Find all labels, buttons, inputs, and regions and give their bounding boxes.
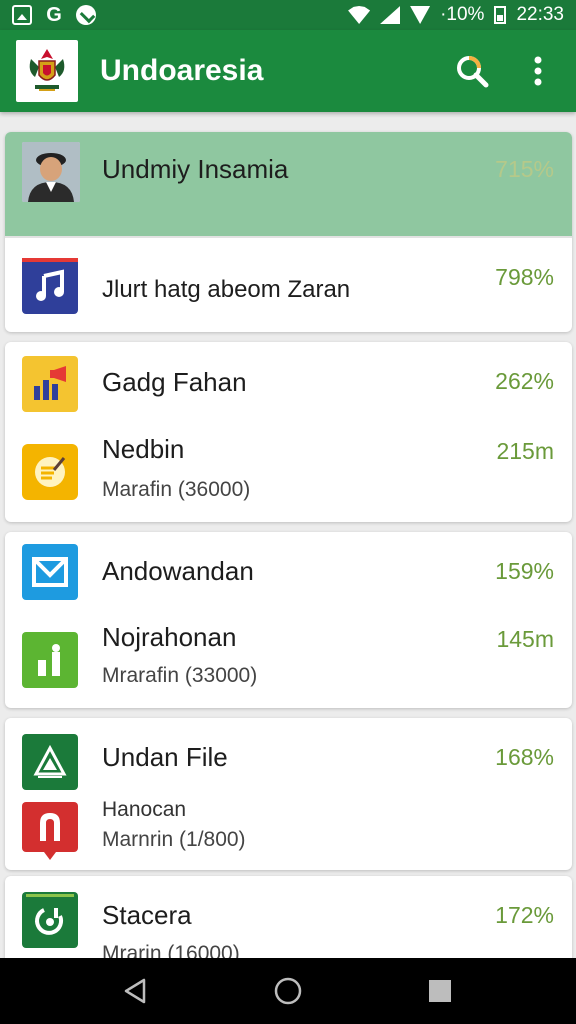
list-item-value: 262% bbox=[495, 368, 554, 394]
data-icon bbox=[410, 6, 431, 24]
more-vert-icon[interactable] bbox=[516, 49, 560, 93]
bar-chart-icon bbox=[22, 632, 78, 688]
search-icon[interactable] bbox=[450, 49, 494, 93]
list-item-subtitle: Mrarafin (33000) bbox=[102, 664, 258, 687]
nav-bar bbox=[0, 958, 576, 1024]
green-circle-app-icon bbox=[22, 892, 78, 948]
battery-icon bbox=[494, 6, 507, 24]
check-circle-icon bbox=[76, 5, 96, 25]
magnet-pin-icon bbox=[22, 802, 78, 860]
mail-icon bbox=[22, 544, 78, 600]
list-item[interactable]: Andowandan 159% bbox=[5, 532, 572, 614]
signal-icon bbox=[380, 6, 401, 24]
list-item-value: 145m bbox=[496, 626, 554, 652]
list-item[interactable]: Jlurt hatg abeom Zaran 798% bbox=[5, 238, 572, 332]
card-1: Undmiy Insamia 715% Jlurt hatg abeom Zar… bbox=[5, 132, 572, 332]
card-5: Stacera Mrarin (16000) 172% bbox=[5, 876, 572, 966]
list-item-value: 715% bbox=[495, 156, 554, 182]
list-item[interactable]: Nedbin Marafin (36000) 215m bbox=[5, 428, 572, 522]
pencil-circle-icon bbox=[22, 444, 78, 500]
image-icon bbox=[12, 5, 32, 25]
list-item-value: 798% bbox=[495, 264, 554, 290]
home-icon[interactable] bbox=[264, 967, 312, 1015]
list-item-title: Gadg Fahan bbox=[102, 367, 247, 397]
list-item-subtitle: Marafin (36000) bbox=[102, 478, 251, 501]
list-item-title: Hanocan bbox=[102, 798, 187, 821]
card-3: Andowandan 159% Nojrahonan Mrarafin (330… bbox=[5, 532, 572, 708]
g-icon: G bbox=[46, 4, 62, 26]
recents-icon[interactable] bbox=[416, 967, 464, 1015]
person-photo bbox=[22, 142, 80, 202]
list-item-title: Nojrahonan bbox=[102, 622, 237, 652]
music-note-icon bbox=[22, 258, 78, 314]
clock: 22:33 bbox=[516, 4, 564, 25]
app-bar: Undoaresia bbox=[0, 30, 576, 112]
coat-of-arms-logo[interactable] bbox=[16, 40, 78, 102]
status-bar: G ·10% 22:33 bbox=[0, 0, 576, 30]
triangle-logo-icon bbox=[22, 734, 78, 790]
list-item-title: Undan File bbox=[102, 742, 228, 772]
list-item-title: Undmiy Insamia bbox=[102, 154, 289, 184]
card-4: Undan File 168% Hanocan Marnrin (1/800) bbox=[5, 718, 572, 870]
chart-megaphone-icon bbox=[22, 356, 78, 412]
back-icon[interactable] bbox=[112, 967, 160, 1015]
card-2: Gadg Fahan 262% Nedbin Marafin (36000) 2… bbox=[5, 342, 572, 522]
list-item[interactable]: Gadg Fahan 262% bbox=[5, 342, 572, 428]
list-item-value: 168% bbox=[495, 744, 554, 770]
list-item-title: Stacera bbox=[102, 900, 192, 930]
status-right-icons: ·10% 22:33 bbox=[348, 4, 564, 26]
list-item-value: 159% bbox=[495, 558, 554, 584]
status-left-icons: G bbox=[12, 5, 96, 25]
wifi-icon bbox=[348, 6, 371, 24]
list-item[interactable]: Undmiy Insamia 715% bbox=[5, 132, 572, 236]
app-title: Undoaresia bbox=[100, 54, 264, 87]
list-item[interactable]: Nojrahonan Mrarafin (33000) 145m bbox=[5, 614, 572, 708]
list-item[interactable]: Stacera Mrarin (16000) 172% bbox=[5, 876, 572, 966]
list-item-title: Andowandan bbox=[102, 556, 254, 586]
list-item-value: 172% bbox=[495, 902, 554, 928]
list-item-title: Nedbin bbox=[102, 434, 185, 464]
list-item[interactable]: Hanocan Marnrin (1/800) bbox=[5, 798, 572, 870]
list-item-title: Jlurt hatg abeom Zaran bbox=[102, 276, 351, 303]
list-item-value: 215m bbox=[496, 438, 554, 464]
battery-percent: ·10% bbox=[440, 4, 485, 25]
list-item[interactable]: Undan File 168% bbox=[5, 718, 572, 798]
list-item-subtitle: Marnrin (1/800) bbox=[102, 828, 246, 851]
